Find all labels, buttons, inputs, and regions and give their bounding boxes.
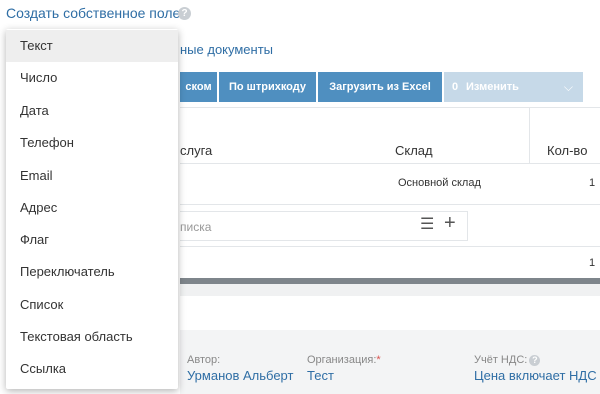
organization-label: Организация:* bbox=[307, 354, 381, 366]
column-header-service[interactable]: слуга bbox=[180, 143, 212, 158]
column-header-quantity[interactable]: Кол-во bbox=[547, 143, 587, 158]
menu-item-list[interactable]: Список bbox=[6, 289, 178, 321]
chevron-down-icon: ⌵ bbox=[563, 80, 573, 94]
author-label: Автор: bbox=[187, 354, 221, 366]
divider bbox=[180, 107, 600, 108]
selected-count: 0 bbox=[452, 81, 459, 93]
menu-item-flag[interactable]: Флаг bbox=[6, 224, 178, 256]
total-quantity: 1 bbox=[589, 257, 596, 269]
table-cell-warehouse[interactable]: Основной склад bbox=[398, 177, 481, 189]
change-label: Изменить bbox=[466, 81, 519, 93]
help-icon[interactable]: ? bbox=[178, 7, 191, 20]
change-dropdown[interactable]: 0 Изменить ⌵ bbox=[444, 72, 583, 102]
author-value[interactable]: Урманов Альберт bbox=[187, 368, 293, 383]
menu-item-switch[interactable]: Переключатель bbox=[6, 256, 178, 288]
menu-item-link[interactable]: Ссылка bbox=[6, 353, 178, 385]
table-footer-band bbox=[180, 284, 600, 296]
create-field-link[interactable]: Создать собственное поле bbox=[6, 5, 180, 21]
menu-item-phone[interactable]: Телефон bbox=[6, 127, 178, 159]
menu-item-email[interactable]: Email bbox=[6, 160, 178, 192]
menu-item-number[interactable]: Число bbox=[6, 62, 178, 94]
divider bbox=[180, 163, 600, 164]
vat-label: Учёт НДС:? bbox=[474, 354, 541, 366]
list-icon[interactable]: ☰ bbox=[420, 214, 434, 234]
barcode-button[interactable]: По штрихкоду bbox=[219, 72, 316, 102]
required-asterisk: * bbox=[376, 354, 381, 366]
divider bbox=[180, 204, 600, 205]
add-from-list-placeholder: писка bbox=[180, 220, 212, 234]
help-icon[interactable]: ? bbox=[529, 354, 541, 366]
column-header-warehouse[interactable]: Склад bbox=[395, 143, 433, 158]
menu-item-address[interactable]: Адрес bbox=[6, 192, 178, 224]
menu-item-textarea[interactable]: Текстовая область bbox=[6, 321, 178, 353]
divider bbox=[180, 246, 600, 247]
tab-documents[interactable]: ные документы bbox=[180, 42, 273, 57]
field-type-dropdown-menu: Текст Число Дата Телефон Email Адрес Фла… bbox=[6, 29, 178, 389]
menu-item-date[interactable]: Дата bbox=[6, 95, 178, 127]
organization-label-text: Организация: bbox=[307, 354, 377, 366]
search-button[interactable]: ском bbox=[180, 72, 217, 102]
vat-value[interactable]: Цена включает НДС bbox=[474, 368, 597, 383]
vat-label-text: Учёт НДС: bbox=[474, 354, 528, 366]
plus-icon[interactable]: + bbox=[444, 212, 456, 235]
menu-item-text[interactable]: Текст bbox=[6, 30, 178, 62]
organization-value[interactable]: Тест bbox=[307, 368, 334, 383]
column-separator bbox=[529, 108, 530, 163]
table-cell-quantity[interactable]: 1 bbox=[589, 177, 595, 189]
excel-upload-button[interactable]: Загрузить из Excel bbox=[318, 72, 442, 102]
